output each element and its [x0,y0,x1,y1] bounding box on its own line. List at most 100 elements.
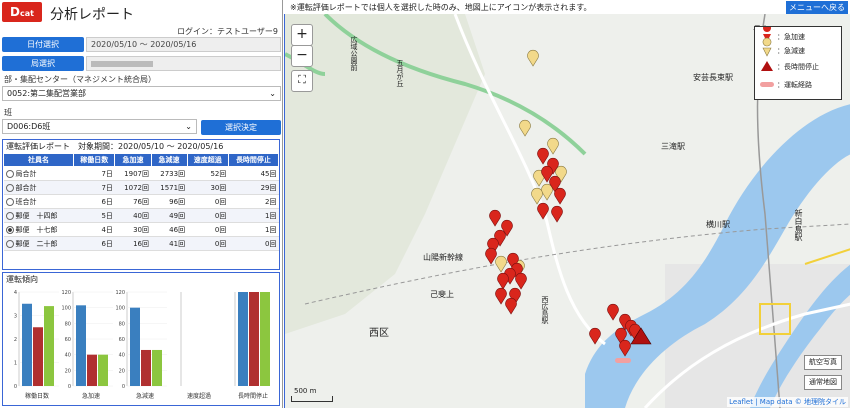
chart-bar [238,292,248,386]
tick-label: 60 [119,337,125,343]
table-cell: 0回 [187,208,229,223]
table-cell: 40回 [114,208,151,223]
tick-label: 1 [14,361,17,367]
chart-bar [249,292,259,386]
office-select-button[interactable]: 局選択 [2,56,84,71]
category-label: 速度超過 [187,392,211,400]
map-attribution[interactable]: Leaflet | Map data © 地理院タイル [727,397,848,407]
decel-marker[interactable] [495,255,507,273]
employee-name: 部合計 [15,183,37,192]
trend-chart-panel: 運転傾向 0 1 2 3 4 稼働日数 0 20 40 60 80 100 120 急加速 0 20 40 60 8… [2,272,280,406]
accel-marker[interactable] [537,147,549,165]
employee-name: 局合計 [15,169,37,178]
chart-bar [22,303,32,386]
accel-marker[interactable] [489,209,501,227]
fullscreen-icon[interactable]: ⛶ [291,70,313,92]
accel-marker[interactable] [485,247,497,265]
accel-marker[interactable] [505,297,517,315]
dept-label: 部・集配センター（マネジメント統合局） [4,75,156,84]
column-header: 長時間停止 [227,153,280,167]
legend-accel: ：急加速 [777,33,805,41]
accel-marker[interactable] [607,303,619,321]
decel-marker[interactable] [519,119,531,137]
confirm-button[interactable]: 選択決定 [201,120,281,135]
column-header: 急減速 [150,153,188,167]
accel-marker[interactable] [495,287,507,305]
page-title: 分析レポート [50,7,134,23]
row-radio-button[interactable] [5,239,14,248]
tick-label: 40 [119,353,125,359]
chart-bar [33,327,43,386]
map-view[interactable]: 広域公園前 五月が丘 安芸長束駅 三滝駅 横川駅 新白島駅 山陽新幹線 己斐上 … [284,14,850,408]
table-body: 局合計 7日 1907回 2733回 52回 45回 部合計 7日 1072回 1571回 30回 2… [3,166,279,251]
accel-marker[interactable] [537,202,549,220]
category-label: 稼働日数 [25,392,49,400]
table-cell: 1907回 [114,166,151,181]
attribution-text[interactable]: Leaflet | Map data © 地理院タイル [729,398,846,406]
decel-marker[interactable] [527,49,539,67]
column-header: 急加速 [114,153,152,167]
zoom-out-button[interactable]: − [291,45,313,67]
tick-label: 20 [65,368,71,374]
table-row[interactable]: 班合計 6日 76回 96回 0回 2回 [3,194,279,209]
table-cell: 41回 [151,236,188,251]
accel-marker[interactable] [589,327,601,345]
employee-name-cell: 部合計 [3,180,74,195]
scale-bar: 500 m [291,387,333,402]
accel-marker[interactable] [619,339,631,357]
table-header: 社員名 稼働日数 急加速 急減速 速度超過 長時間停止 [2,153,280,167]
table-row[interactable]: 郵便 二十郎 6日 16回 41回 0回 0回 [3,236,279,251]
column-header: 速度超過 [186,153,229,167]
accel-marker[interactable] [551,205,563,223]
table-cell: 0回 [228,236,279,251]
report-title: 運転評価レポート [6,142,70,151]
chart-bar [141,349,151,386]
table-cell: 30回 [114,222,151,237]
chart-bar [76,305,86,386]
decel-marker[interactable] [531,187,543,205]
table-cell: 2733回 [151,166,188,181]
row-radio-button[interactable] [5,225,14,234]
table-cell: 1571回 [151,180,188,195]
back-to-menu-button[interactable]: メニューへ戻る [786,1,848,14]
office-field [86,56,281,71]
login-status: ログイン：テストユーザー9 [177,27,278,36]
table-cell: 7日 [73,166,115,181]
aerial-photo-button[interactable]: 航空写真 [804,355,842,370]
employee-name-cell: 郵便 十四郎 [3,208,74,223]
row-radio-button[interactable] [5,211,14,220]
chart-bar [87,354,97,386]
accel-marker[interactable] [554,187,566,205]
table-cell: 96回 [151,194,188,209]
decel-marker[interactable] [541,183,553,201]
table-row[interactable]: 部合計 7日 1072回 1571回 30回 29回 [3,180,279,195]
row-radio-button[interactable] [5,169,14,178]
tick-label: 80 [119,321,125,327]
table-row[interactable]: 局合計 7日 1907回 2733回 52回 45回 [3,166,279,181]
report-table: 社員名 稼働日数 急加速 急減速 速度超過 長時間停止 局合計 7日 1907回 2733回 52… [2,153,280,251]
decel-marker[interactable] [547,137,559,155]
accel-marker[interactable] [515,272,527,290]
row-radio-button[interactable] [5,197,14,206]
table-cell: 1072回 [114,180,151,195]
tick-label: 4 [14,290,17,296]
tick-label: 0 [68,384,71,390]
accel-marker[interactable] [497,272,509,290]
table-row[interactable]: 郵便 十四郎 5日 40回 49回 0回 1回 [3,208,279,223]
team-select[interactable]: D006:D6班 ⌄ [2,119,197,134]
dept-select[interactable]: 0052:第二集配営業部 ⌄ [2,86,281,101]
row-radio-button[interactable] [5,183,14,192]
table-cell: 46回 [151,222,188,237]
normal-map-button[interactable]: 通常地図 [804,375,842,390]
table-row[interactable]: 郵便 十七郎 4日 30回 46回 0回 1回 [3,222,279,237]
employee-name-cell: 郵便 二十郎 [3,236,74,251]
date-select-button[interactable]: 日付選択 [2,37,84,52]
report-section: 運転評価レポート 対象期間：2020/05/10 〜 2020/05/16 社員… [2,139,280,270]
table-cell: 1回 [228,208,279,223]
table-cell: 2回 [228,194,279,209]
category-label: 長時間停止 [238,392,268,400]
tick-label: 2 [14,337,17,343]
zoom-in-button[interactable]: + [291,24,313,46]
table-cell: 49回 [151,208,188,223]
decel-marker-icon [762,37,772,57]
